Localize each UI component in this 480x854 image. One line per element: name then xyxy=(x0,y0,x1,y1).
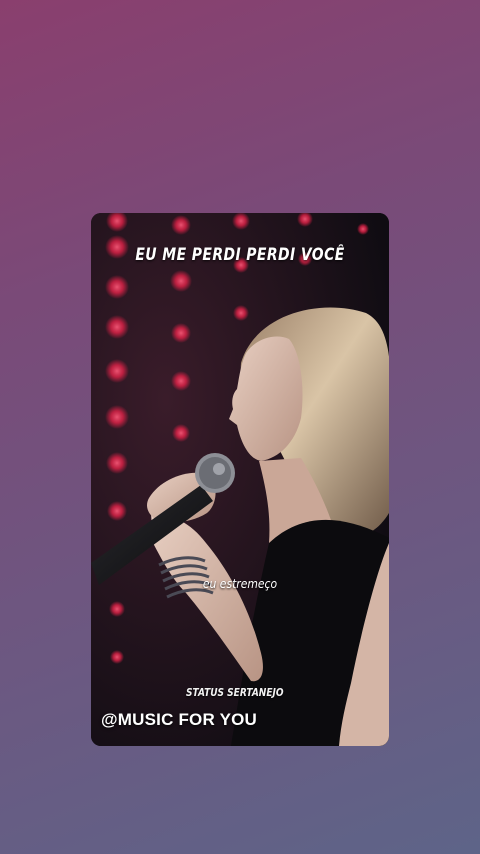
singer-photo xyxy=(91,213,389,746)
brand-watermark: STATUS SERTANEJO xyxy=(186,686,284,699)
lyric-caption: eu estremeço xyxy=(202,577,278,591)
lyric-title: EU ME PERDI PERDI VOCÊ xyxy=(135,245,345,265)
account-handle[interactable]: @MUSIC FOR YOU xyxy=(101,710,257,730)
story-card[interactable]: EU ME PERDI PERDI VOCÊ eu estremeço STAT… xyxy=(91,213,389,746)
